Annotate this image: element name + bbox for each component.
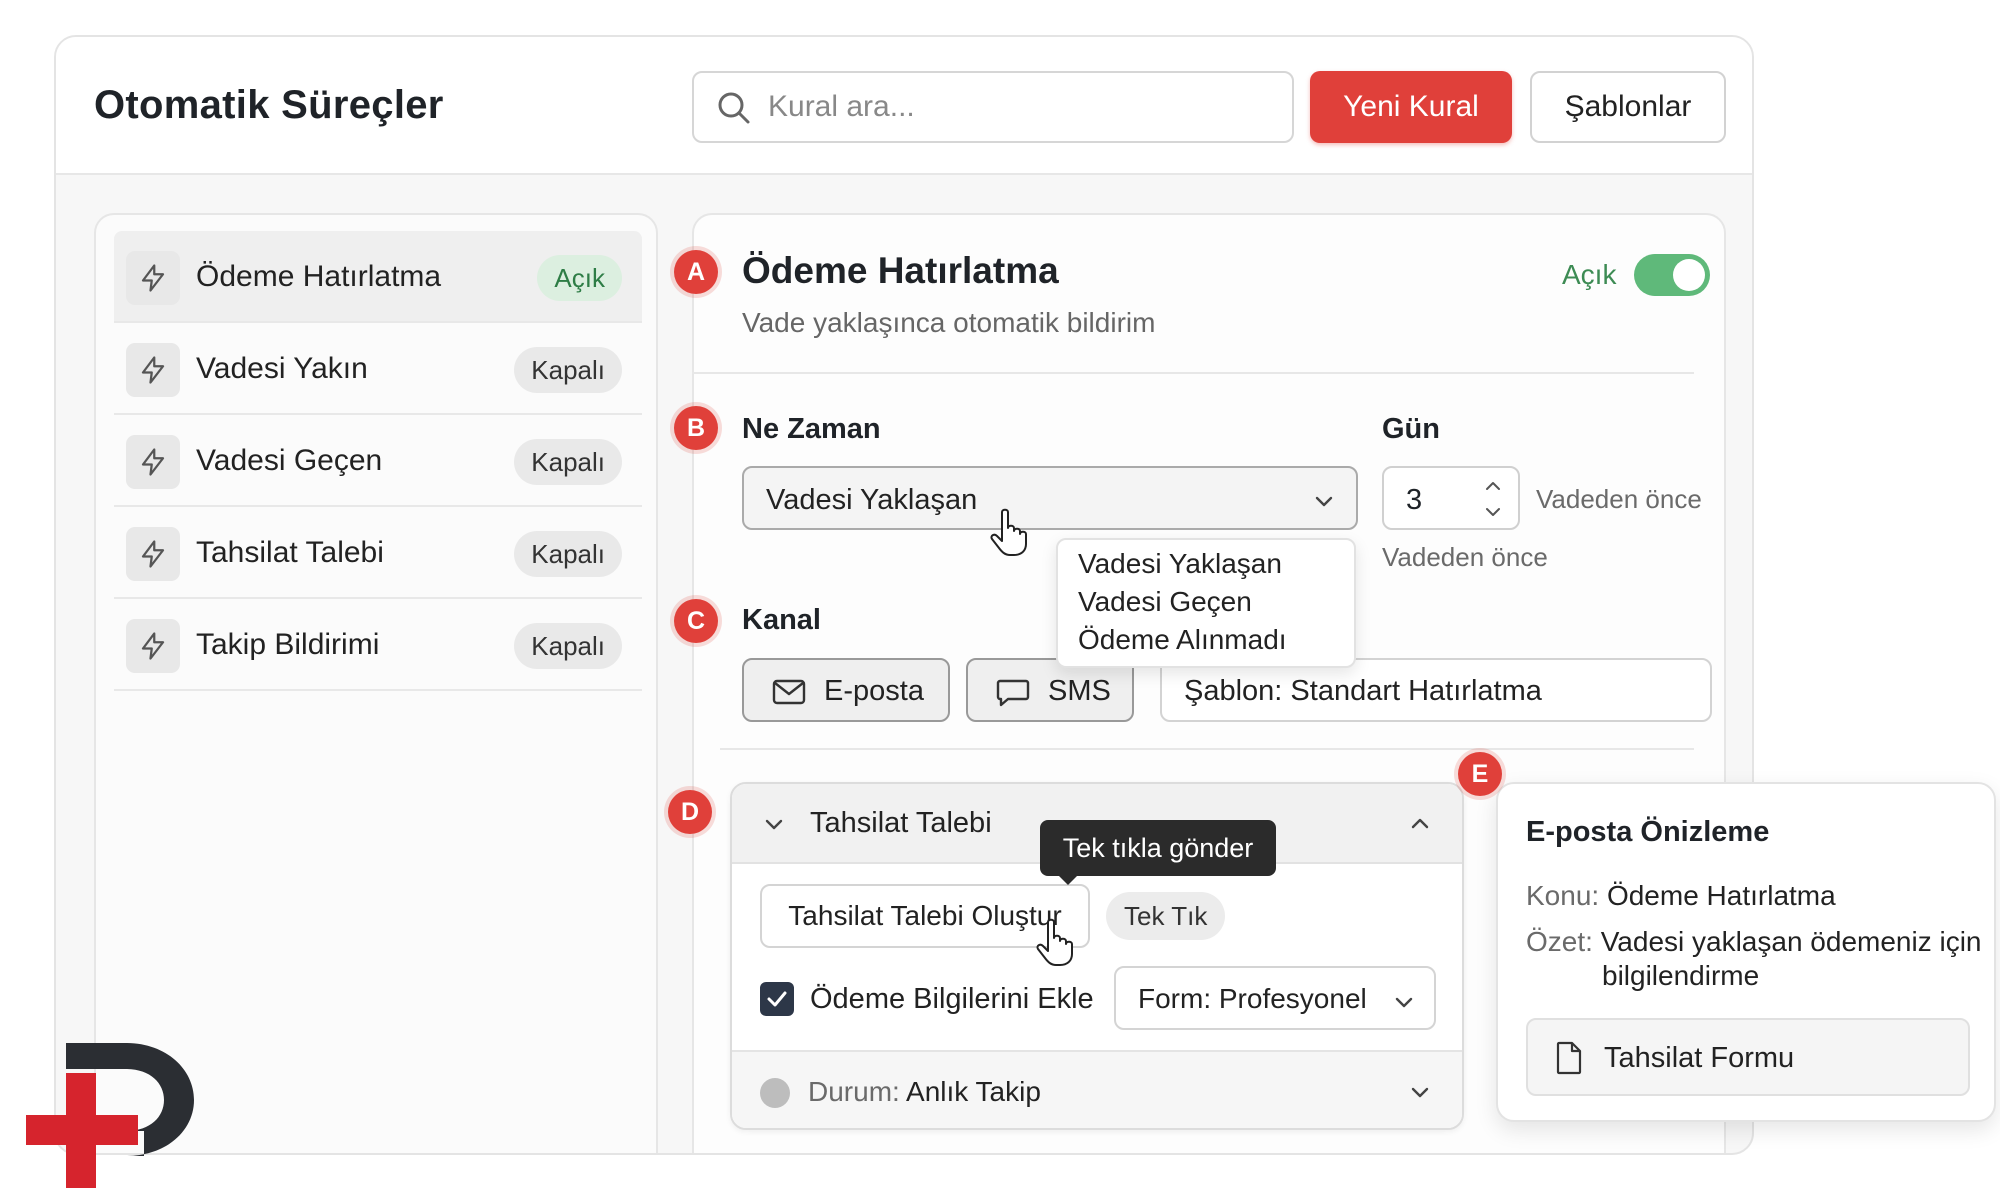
top-bar: Otomatik Süreçler Yeni Kural Şablonlar xyxy=(56,37,1752,175)
chevron-down-icon xyxy=(1395,997,1413,1008)
preview-summary: Özet: Vadesi yaklaşan ödemeniz için xyxy=(1526,926,1982,958)
status-text: Durum: Anlık Takip xyxy=(808,1076,1041,1108)
sidebar-item-takip-bildirimi[interactable]: Takip Bildirimi Kapalı xyxy=(114,599,642,691)
template-value: Şablon: Standart Hatırlatma xyxy=(1184,675,1542,707)
marker-e: E xyxy=(1458,752,1502,796)
stepper-arrows-icon[interactable] xyxy=(1482,476,1504,522)
attachment-label: Tahsilat Formu xyxy=(1604,1042,1795,1074)
form-select-value: Form: Profesyonel xyxy=(1138,983,1367,1014)
sidebar-item-tahsilat-talebi[interactable]: Tahsilat Talebi Kapalı xyxy=(114,507,642,599)
summary-line2: bilgilendirme xyxy=(1602,960,1760,991)
sidebar-item-label: Ödeme Hatırlatma xyxy=(196,260,442,293)
payment-info-label: Ödeme Bilgilerini Ekle xyxy=(810,983,1094,1015)
sms-label: SMS xyxy=(1048,675,1111,707)
subject-value: Ödeme Hatırlatma xyxy=(1606,880,1836,911)
day-helper: Vadeden önce xyxy=(1382,542,1548,572)
divider xyxy=(720,748,1694,750)
check-icon xyxy=(767,991,787,1007)
form-select[interactable]: Form: Profesyonel xyxy=(1114,966,1436,1030)
status-value: Anlık Takip xyxy=(906,1076,1041,1107)
page-title: Otomatik Süreçler xyxy=(94,83,444,127)
email-channel-button[interactable]: E-posta xyxy=(742,658,950,722)
rule-title: Ödeme Hatırlatma xyxy=(742,250,1059,291)
lightning-icon xyxy=(126,527,180,581)
chevron-down-icon xyxy=(765,819,783,830)
when-select[interactable]: Vadesi Yaklaşan xyxy=(742,466,1358,530)
marker-d: D xyxy=(668,790,712,834)
lightning-icon xyxy=(126,435,180,489)
sidebar-item-odeme-hatirlatma[interactable]: Ödeme Hatırlatma Açık xyxy=(114,231,642,323)
chat-bubble-icon xyxy=(996,679,1030,707)
search-box[interactable] xyxy=(692,71,1294,143)
chevron-up-icon[interactable] xyxy=(1408,812,1432,836)
tooltip: Tek tıkla gönder xyxy=(1040,820,1276,885)
marker-b: B xyxy=(674,406,718,450)
sidebar-item-label: Takip Bildirimi xyxy=(196,628,380,661)
brand-logo xyxy=(26,1043,194,1188)
when-label: Ne Zaman xyxy=(742,413,881,445)
new-rule-button[interactable]: Yeni Kural xyxy=(1310,71,1512,143)
status-badge: Kapalı xyxy=(514,439,622,485)
status-badge: Kapalı xyxy=(514,623,622,669)
hand-cursor-icon xyxy=(990,508,1027,556)
status-key: Durum: xyxy=(808,1076,900,1107)
preview-subject: Konu: Ödeme Hatırlatma xyxy=(1526,880,1836,912)
preview-title: E-posta Önizleme xyxy=(1526,816,1770,848)
payment-info-checkbox[interactable] xyxy=(760,982,794,1016)
dropdown-option[interactable]: Vadesi Yaklaşan xyxy=(1078,548,1282,580)
lightning-icon xyxy=(126,619,180,673)
chevron-down-icon xyxy=(1315,496,1333,507)
lightning-icon xyxy=(126,343,180,397)
toggle-label: Açık xyxy=(1562,259,1617,290)
day-stepper[interactable]: 3 xyxy=(1382,466,1520,530)
status-face-icon xyxy=(760,1078,790,1108)
summary-line1: Vadesi yaklaşan ödemeniz için xyxy=(1600,926,1982,957)
marker-a: A xyxy=(674,250,718,294)
sidebar-item-vadesi-yakin[interactable]: Vadesi Yakın Kapalı xyxy=(114,323,642,415)
dropdown-option[interactable]: Ödeme Alınmadı xyxy=(1078,624,1287,656)
search-icon xyxy=(718,92,750,124)
sidebar-item-vadesi-gecen[interactable]: Vadesi Geçen Kapalı xyxy=(114,415,642,507)
divider xyxy=(692,372,1694,374)
email-label: E-posta xyxy=(824,675,924,707)
when-select-value: Vadesi Yaklaşan xyxy=(766,484,978,516)
day-label: Gün xyxy=(1382,413,1440,445)
status-row[interactable]: Durum: Anlık Takip xyxy=(732,1050,1462,1128)
channel-label: Kanal xyxy=(742,604,821,636)
day-value: 3 xyxy=(1406,484,1423,516)
sidebar-item-label: Vadesi Yakın xyxy=(196,352,368,385)
status-badge: Kapalı xyxy=(514,531,622,577)
email-preview-card: E-posta Önizleme Konu: Ödeme Hatırlatma … xyxy=(1496,782,1996,1122)
rules-sidebar: Ödeme Hatırlatma Açık Vadesi Yakın Kapal… xyxy=(94,213,658,1153)
rule-subtitle: Vade yaklaşınca otomatik bildirim xyxy=(742,307,1156,338)
attachment-item[interactable]: Tahsilat Formu xyxy=(1526,1018,1970,1096)
templates-button[interactable]: Şablonlar xyxy=(1530,71,1726,143)
when-dropdown-menu: Vadesi Yaklaşan Vadesi Geçen Ödeme Alınm… xyxy=(1056,538,1356,668)
accordion-title: Tahsilat Talebi xyxy=(810,807,992,839)
file-icon xyxy=(1556,1041,1582,1075)
sidebar-item-label: Tahsilat Talebi xyxy=(196,536,384,569)
hand-cursor-icon xyxy=(1036,918,1073,966)
search-input[interactable] xyxy=(768,85,1268,129)
day-suffix: Vadeden önce xyxy=(1536,484,1702,514)
subject-key: Konu: xyxy=(1526,880,1600,911)
status-badge: Kapalı xyxy=(514,347,622,393)
chevron-down-icon[interactable] xyxy=(1408,1080,1432,1104)
marker-c: C xyxy=(674,599,718,643)
status-badge: Açık xyxy=(537,255,622,301)
mail-icon xyxy=(772,679,806,705)
sidebar-item-label: Vadesi Geçen xyxy=(196,444,383,477)
one-click-pill: Tek Tık xyxy=(1106,892,1226,940)
summary-key: Özet: xyxy=(1526,926,1593,957)
rule-toggle[interactable] xyxy=(1634,254,1710,296)
dropdown-option[interactable]: Vadesi Geçen xyxy=(1078,586,1252,618)
lightning-icon xyxy=(126,251,180,305)
